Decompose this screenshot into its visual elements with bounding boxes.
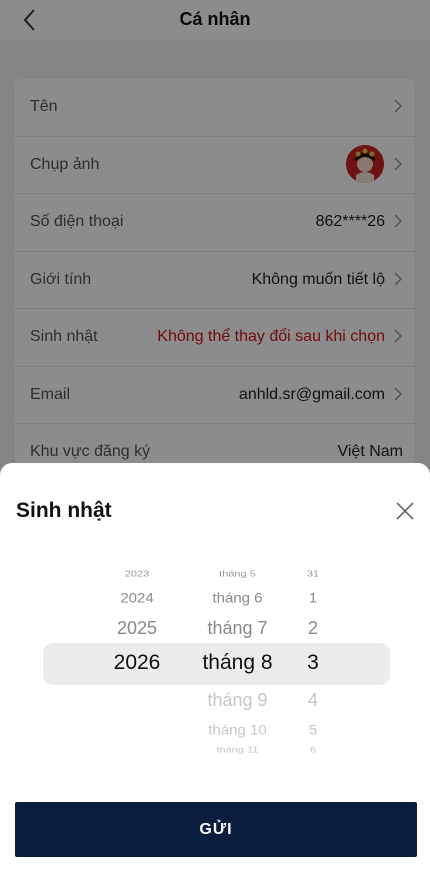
year-option[interactable]: 2026 [98,652,176,673]
year-option[interactable]: 2023 [98,570,176,578]
day-option[interactable]: 2 [293,619,333,637]
day-option[interactable]: 3 [293,652,333,673]
month-option[interactable]: tháng 8 [190,652,285,673]
day-option[interactable]: 4 [293,691,333,709]
day-option[interactable]: 6 [293,746,333,754]
sheet-title: Sinh nhật [16,499,112,522]
day-option[interactable]: 1 [293,592,333,606]
year-option[interactable]: 2025 [98,619,176,637]
date-picker[interactable]: 2023 2024 2025 2026 tháng 5 tháng 6 tháng 7 th… [0,563,430,763]
day-option[interactable]: 31 [293,570,333,578]
day-option[interactable]: 5 [293,724,333,738]
birthday-sheet: Sinh nhật 2023 2024 2025 2026 tháng 5 tháng … [0,463,430,879]
submit-button[interactable]: GỬI [15,802,417,857]
month-option[interactable]: tháng 9 [190,691,285,709]
year-option[interactable]: 2024 [98,592,176,606]
month-option[interactable]: tháng 10 [190,724,285,738]
close-icon[interactable] [394,500,416,522]
submit-label: GỬI [199,820,233,838]
month-option[interactable]: tháng 7 [190,619,285,637]
month-option[interactable]: tháng 5 [190,570,285,578]
month-option[interactable]: tháng 6 [190,592,285,606]
month-option[interactable]: tháng 11 [190,746,285,754]
